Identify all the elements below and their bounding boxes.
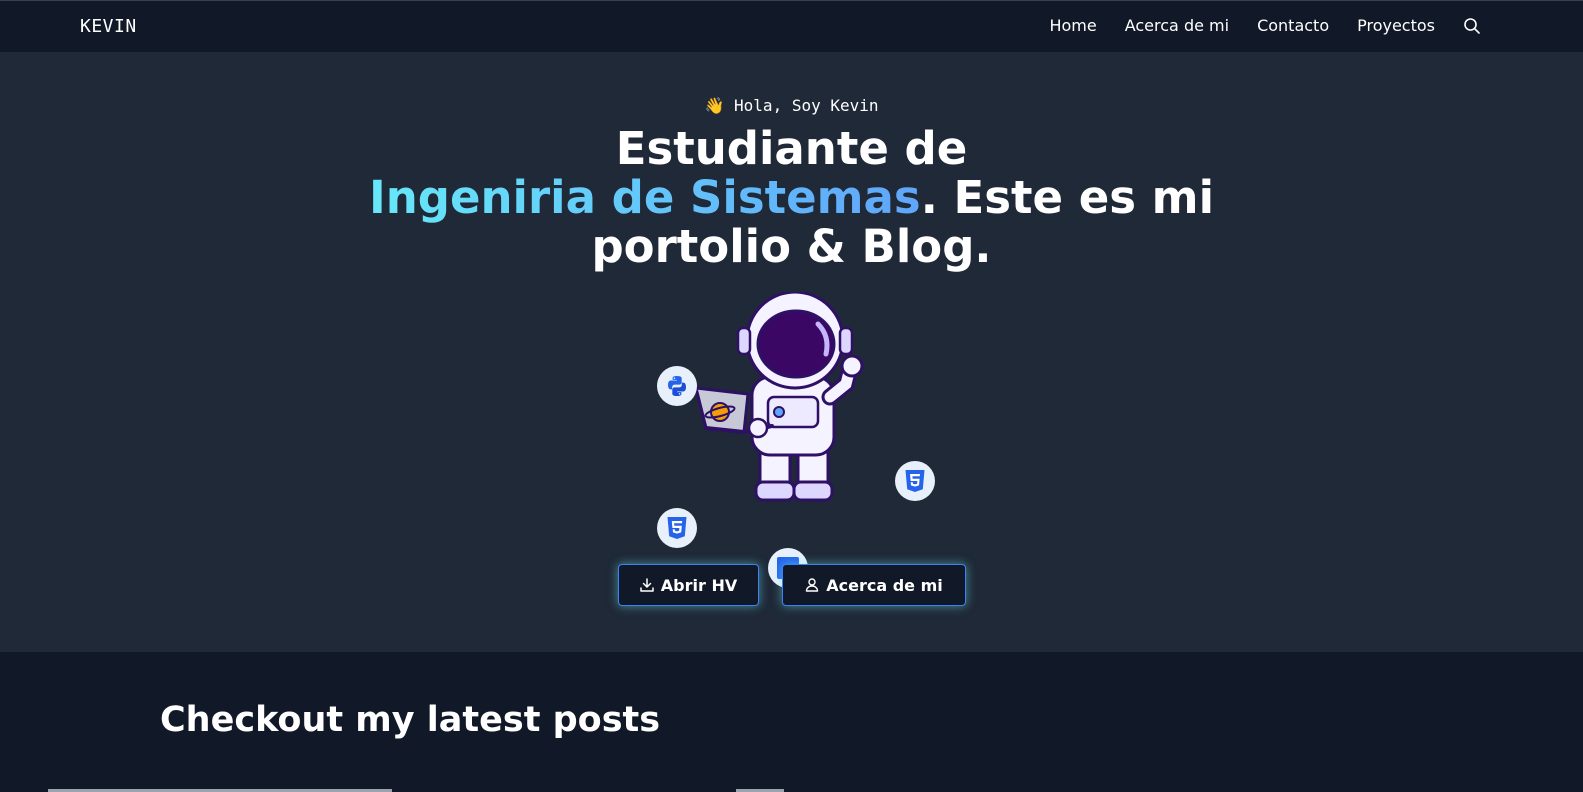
latest-posts-section: Checkout my latest posts [0,652,1583,792]
brand-logo[interactable]: KEVIN [80,16,137,37]
user-icon [806,578,819,592]
hero-actions: Abrir HV Acerca de mi [0,564,1583,606]
hero-headline: Estudiante de Ingeniria de Sistemas. Est… [0,124,1583,271]
hero-section: 👋 Hola, Soy Kevin Estudiante de Ingeniri… [0,52,1583,652]
python-icon [657,366,697,406]
open-cv-button[interactable]: Abrir HV [617,564,759,606]
about-me-button[interactable]: Acerca de mi [781,564,966,606]
nav-about[interactable]: Acerca de mi [1125,16,1229,35]
nav-contact[interactable]: Contacto [1257,16,1329,35]
main-nav: Home Acerca de mi Contacto Proyectos [1021,16,1481,35]
open-cv-label: Abrir HV [660,575,738,595]
latest-posts-title: Checkout my latest posts [160,700,661,740]
headline-rest: . Este es mi [920,171,1214,224]
css3-icon [657,508,697,548]
greeting: 👋 Hola, Soy Kevin [0,96,1583,115]
top-navbar: KEVIN Home Acerca de mi Contacto Proyect… [0,0,1583,52]
headline-line3: portolio & Blog. [591,220,992,273]
waving-hand-icon: 👋 [704,96,725,115]
about-me-label: Acerca de mi [826,575,943,595]
search-icon[interactable] [1463,17,1481,35]
download-icon [640,578,654,592]
nav-home[interactable]: Home [1049,16,1096,35]
nav-projects[interactable]: Proyectos [1357,16,1435,35]
hero-illustration: JS [640,292,960,588]
headline-line1: Estudiante de [615,122,968,175]
headline-accent: Ingeniria de Sistemas [369,171,921,224]
html5-icon [895,461,935,501]
greeting-text: Hola, Soy Kevin [734,96,879,115]
